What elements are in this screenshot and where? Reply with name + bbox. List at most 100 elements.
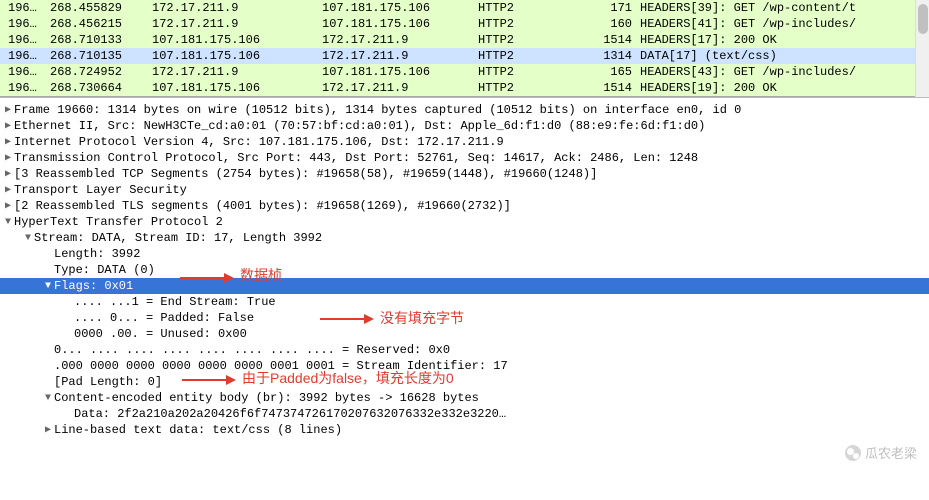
tree-row[interactable]: Length: 3992 bbox=[0, 246, 929, 262]
packet-source: 107.181.175.106 bbox=[152, 81, 322, 95]
packet-time: 268.724952 bbox=[50, 65, 152, 79]
packet-details-pane[interactable]: Frame 19660: 1314 bytes on wire (10512 b… bbox=[0, 97, 929, 438]
chevron-right-icon[interactable] bbox=[2, 136, 14, 148]
tree-row[interactable]: [3 Reassembled TCP Segments (2754 bytes)… bbox=[0, 166, 929, 182]
packet-protocol: HTTP2 bbox=[478, 33, 586, 47]
packet-source: 107.181.175.106 bbox=[152, 33, 322, 47]
packet-info: HEADERS[19]: 200 OK bbox=[640, 81, 929, 95]
packet-info: HEADERS[43]: GET /wp-includes/ bbox=[640, 65, 929, 79]
packet-no: 196… bbox=[8, 1, 50, 15]
tree-label: Line-based text data: text/css (8 lines) bbox=[54, 423, 342, 437]
chevron-right-icon[interactable] bbox=[2, 200, 14, 212]
tree-row[interactable]: .... ...1 = End Stream: True bbox=[0, 294, 929, 310]
packet-info: HEADERS[39]: GET /wp-content/t bbox=[640, 1, 929, 15]
tree-label: Ethernet II, Src: NewH3CTe_cd:a0:01 (70:… bbox=[14, 119, 705, 133]
tree-label: .000 0000 0000 0000 0000 0000 0001 0001 … bbox=[54, 359, 508, 373]
packet-protocol: HTTP2 bbox=[478, 81, 586, 95]
tree-label: [Pad Length: 0] bbox=[54, 375, 162, 389]
packet-protocol: HTTP2 bbox=[478, 1, 586, 15]
tree-label: .... 0... = Padded: False bbox=[74, 311, 254, 325]
tree-label: Frame 19660: 1314 bytes on wire (10512 b… bbox=[14, 103, 741, 117]
packet-length: 165 bbox=[586, 65, 640, 79]
packet-destination: 172.17.211.9 bbox=[322, 49, 478, 63]
tree-label: [2 Reassembled TLS segments (4001 bytes)… bbox=[14, 199, 511, 213]
watermark-text: 瓜农老梁 bbox=[865, 443, 917, 462]
packet-source: 172.17.211.9 bbox=[152, 1, 322, 15]
packet-time: 268.455829 bbox=[50, 1, 152, 15]
tree-row[interactable]: [Pad Length: 0] bbox=[0, 374, 929, 390]
tree-label: Internet Protocol Version 4, Src: 107.18… bbox=[14, 135, 504, 149]
packet-row[interactable]: 196…268.730664107.181.175.106172.17.211.… bbox=[0, 80, 929, 96]
packet-info: DATA[17] (text/css) bbox=[640, 49, 929, 63]
tree-row[interactable]: HyperText Transfer Protocol 2 bbox=[0, 214, 929, 230]
packet-time: 268.456215 bbox=[50, 17, 152, 31]
chevron-right-icon[interactable] bbox=[2, 184, 14, 196]
tree-row[interactable]: [2 Reassembled TLS segments (4001 bytes)… bbox=[0, 198, 929, 214]
tree-label: 0000 .00. = Unused: 0x00 bbox=[74, 327, 247, 341]
tree-label: Stream: DATA, Stream ID: 17, Length 3992 bbox=[34, 231, 322, 245]
packet-no: 196… bbox=[8, 33, 50, 47]
packet-length: 171 bbox=[586, 1, 640, 15]
packet-no: 196… bbox=[8, 49, 50, 63]
tree-label: .... ...1 = End Stream: True bbox=[74, 295, 276, 309]
watermark: 瓜农老梁 bbox=[845, 443, 917, 462]
tree-label: Flags: 0x01 bbox=[54, 279, 133, 293]
chevron-down-icon[interactable] bbox=[2, 217, 14, 228]
packet-row[interactable]: 196…268.710135107.181.175.106172.17.211.… bbox=[0, 48, 929, 64]
tree-label: 0... .... .... .... .... .... .... .... … bbox=[54, 343, 450, 357]
tree-label: Content-encoded entity body (br): 3992 b… bbox=[54, 391, 479, 405]
chevron-right-icon[interactable] bbox=[2, 120, 14, 132]
chevron-down-icon[interactable] bbox=[42, 393, 54, 404]
tree-row[interactable]: .000 0000 0000 0000 0000 0000 0001 0001 … bbox=[0, 358, 929, 374]
packet-list[interactable]: 196…268.455829172.17.211.9107.181.175.10… bbox=[0, 0, 929, 97]
packet-info: HEADERS[41]: GET /wp-includes/ bbox=[640, 17, 929, 31]
packet-protocol: HTTP2 bbox=[478, 17, 586, 31]
tree-row[interactable]: Frame 19660: 1314 bytes on wire (10512 b… bbox=[0, 102, 929, 118]
tree-label: Transmission Control Protocol, Src Port:… bbox=[14, 151, 698, 165]
packet-row[interactable]: 196…268.456215172.17.211.9107.181.175.10… bbox=[0, 16, 929, 32]
tree-label: HyperText Transfer Protocol 2 bbox=[14, 215, 223, 229]
packet-protocol: HTTP2 bbox=[478, 65, 586, 79]
packet-destination: 107.181.175.106 bbox=[322, 1, 478, 15]
packet-row[interactable]: 196…268.710133107.181.175.106172.17.211.… bbox=[0, 32, 929, 48]
packet-info: HEADERS[17]: 200 OK bbox=[640, 33, 929, 47]
packet-length: 1514 bbox=[586, 33, 640, 47]
packet-time: 268.710135 bbox=[50, 49, 152, 63]
chevron-down-icon[interactable] bbox=[22, 233, 34, 244]
tree-label: [3 Reassembled TCP Segments (2754 bytes)… bbox=[14, 167, 597, 181]
packet-row[interactable]: 196…268.455829172.17.211.9107.181.175.10… bbox=[0, 0, 929, 16]
scrollbar-thumb[interactable] bbox=[918, 4, 928, 34]
tree-row[interactable]: 0000 .00. = Unused: 0x00 bbox=[0, 326, 929, 342]
packet-source: 107.181.175.106 bbox=[152, 49, 322, 63]
chevron-right-icon[interactable] bbox=[2, 104, 14, 116]
packet-destination: 172.17.211.9 bbox=[322, 81, 478, 95]
wechat-icon bbox=[845, 445, 861, 461]
tree-row[interactable]: Transport Layer Security bbox=[0, 182, 929, 198]
packet-length: 1514 bbox=[586, 81, 640, 95]
packet-protocol: HTTP2 bbox=[478, 49, 586, 63]
packet-destination: 107.181.175.106 bbox=[322, 17, 478, 31]
tree-row[interactable]: Line-based text data: text/css (8 lines) bbox=[0, 422, 929, 438]
tree-row[interactable]: Ethernet II, Src: NewH3CTe_cd:a0:01 (70:… bbox=[0, 118, 929, 134]
tree-row[interactable]: Stream: DATA, Stream ID: 17, Length 3992 bbox=[0, 230, 929, 246]
tree-row[interactable]: Internet Protocol Version 4, Src: 107.18… bbox=[0, 134, 929, 150]
packet-destination: 172.17.211.9 bbox=[322, 33, 478, 47]
tree-row[interactable]: 0... .... .... .... .... .... .... .... … bbox=[0, 342, 929, 358]
packet-time: 268.710133 bbox=[50, 33, 152, 47]
chevron-right-icon[interactable] bbox=[42, 424, 54, 436]
tree-row[interactable]: Transmission Control Protocol, Src Port:… bbox=[0, 150, 929, 166]
tree-row[interactable]: Flags: 0x01 bbox=[0, 278, 929, 294]
tree-row[interactable]: Content-encoded entity body (br): 3992 b… bbox=[0, 390, 929, 406]
packet-no: 196… bbox=[8, 65, 50, 79]
tree-row[interactable]: .... 0... = Padded: False bbox=[0, 310, 929, 326]
tree-row[interactable]: Data: 2f2a210a202a20426f6f74737472617020… bbox=[0, 406, 929, 422]
packet-row[interactable]: 196…268.724952172.17.211.9107.181.175.10… bbox=[0, 64, 929, 80]
chevron-right-icon[interactable] bbox=[2, 152, 14, 164]
tree-row[interactable]: Type: DATA (0) bbox=[0, 262, 929, 278]
packet-no: 196… bbox=[8, 81, 50, 95]
chevron-down-icon[interactable] bbox=[42, 281, 54, 292]
tree-label: Type: DATA (0) bbox=[54, 263, 155, 277]
packet-scrollbar[interactable] bbox=[915, 0, 929, 98]
chevron-right-icon[interactable] bbox=[2, 168, 14, 180]
packet-source: 172.17.211.9 bbox=[152, 17, 322, 31]
